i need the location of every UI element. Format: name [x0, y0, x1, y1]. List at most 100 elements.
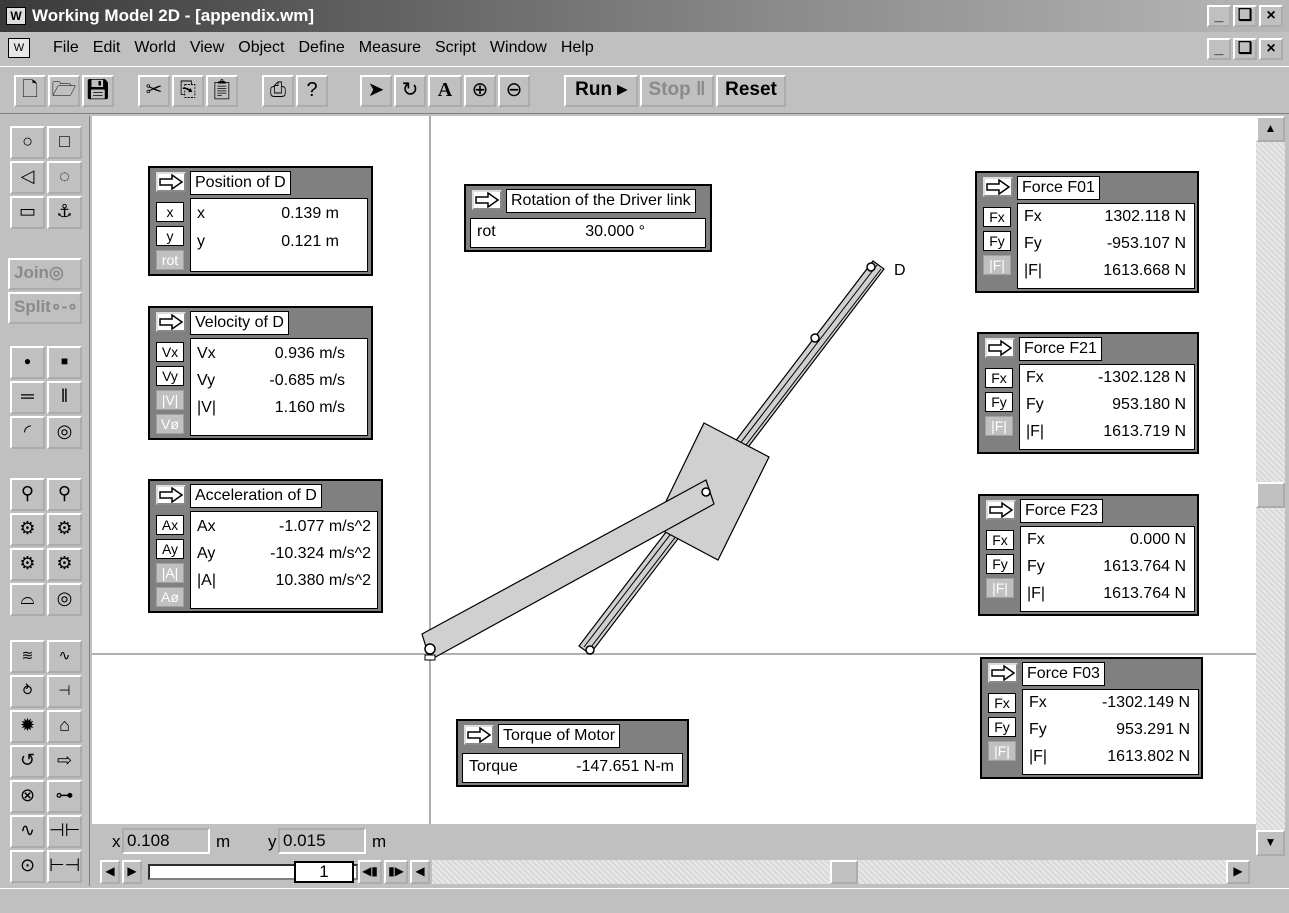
meter-x-button[interactable]: x	[156, 202, 184, 222]
slot-point[interactable]	[810, 333, 820, 343]
rope-icon[interactable]: ∿	[10, 815, 45, 848]
meter-arrow-icon[interactable]	[986, 500, 1016, 520]
menu-define[interactable]: Define	[292, 39, 352, 57]
menu-view[interactable]: View	[183, 39, 231, 57]
closed-slot-icon[interactable]: ◎	[47, 416, 82, 449]
help-icon[interactable]: ?	[296, 75, 328, 107]
damper-icon[interactable]: ⊣	[47, 675, 82, 708]
rod-icon[interactable]: ⊢⊣	[47, 850, 82, 883]
pin-joint-icon[interactable]: ⚲	[10, 478, 45, 511]
y-coord-field[interactable]: 0.015	[278, 828, 366, 854]
new-file-icon[interactable]: 🗋	[14, 75, 46, 107]
copy-icon[interactable]: ⎘	[172, 75, 204, 107]
close-button[interactable]: ×	[1259, 5, 1283, 27]
scroll-up-icon[interactable]: ▲	[1256, 116, 1285, 142]
meter-arrow-icon[interactable]	[988, 663, 1018, 683]
force-f01-meter[interactable]: Force F01 Fx Fy |F| Fx 1302.118 N Fy -953.…	[975, 171, 1199, 293]
anchor-tool-icon[interactable]: ⚓︎	[47, 196, 82, 229]
keyed-curve-icon[interactable]: ⚙	[10, 548, 45, 581]
curve-joint-icon[interactable]: ⚙	[47, 548, 82, 581]
zoom-out-icon[interactable]: ⊖	[498, 75, 530, 107]
doc-close-button[interactable]: ×	[1259, 38, 1283, 60]
meter-fy-button[interactable]: Fy	[983, 231, 1011, 251]
meter-vx-button[interactable]: Vx	[156, 342, 184, 362]
document-icon[interactable]: W	[8, 38, 30, 58]
velocity-meter[interactable]: Velocity of D Vx Vy |V| Vø Vx 0.936 m/s V…	[148, 306, 373, 440]
app-icon[interactable]: W	[6, 7, 26, 25]
meter-arrow-icon[interactable]	[156, 485, 186, 505]
vertical-slot-icon[interactable]: ‖	[47, 381, 82, 414]
horizontal-slot-icon[interactable]: ═	[10, 381, 45, 414]
minimize-button[interactable]: _	[1207, 5, 1231, 27]
menu-object[interactable]: Object	[231, 39, 291, 57]
horizontal-scroll-thumb[interactable]	[830, 860, 858, 884]
meter-vy-button[interactable]: Vy	[156, 366, 184, 386]
meter-fmag-button[interactable]: |F|	[988, 741, 1016, 761]
rectangle-tool-icon[interactable]: ▭	[10, 196, 45, 229]
force-icon[interactable]: ⇨	[47, 745, 82, 778]
meter-arrow-icon[interactable]	[472, 190, 502, 210]
meter-arrow-icon[interactable]	[156, 312, 186, 332]
ground-pin-joint[interactable]	[424, 643, 436, 655]
curved-slot-icon[interactable]: ◜	[10, 416, 45, 449]
cut-icon[interactable]: ✂	[138, 75, 170, 107]
torque-icon[interactable]: ↺	[10, 745, 45, 778]
stop-button[interactable]: Stop ‖	[640, 75, 714, 107]
meter-fy-button[interactable]: Fy	[985, 392, 1013, 412]
meter-amag-button[interactable]: |A|	[156, 563, 184, 583]
gear-icon[interactable]: ✹	[10, 710, 45, 743]
actuator-icon[interactable]: ⊶	[47, 780, 82, 813]
meter-fx-button[interactable]: Fx	[988, 693, 1016, 713]
force-f21-meter[interactable]: Force F21 Fx Fy |F| Fx -1302.128 N Fy 953.…	[977, 332, 1199, 454]
spring-damper-icon[interactable]: ≋	[10, 640, 45, 673]
point-tool-icon[interactable]: ●	[10, 346, 45, 379]
open-folder-icon[interactable]: 🗁	[48, 75, 80, 107]
meter-ax-button[interactable]: Ax	[156, 515, 184, 535]
tape-forward-icon[interactable]: ▶	[122, 860, 142, 884]
maximize-button[interactable]: ❑	[1233, 5, 1257, 27]
meter-fmag-button[interactable]: |F|	[983, 255, 1011, 275]
meter-fx-button[interactable]: Fx	[983, 207, 1011, 227]
square-tool-icon[interactable]: □	[47, 126, 82, 159]
save-disk-icon[interactable]: 💾︎	[82, 75, 114, 107]
arrow-tool-icon[interactable]: ➤	[360, 75, 392, 107]
zoom-in-icon[interactable]: ⊕	[464, 75, 496, 107]
force-f23-meter[interactable]: Force F23 Fx Fy |F| Fx 0.000 N Fy 1613.764…	[978, 494, 1199, 616]
vertical-scrollbar[interactable]: ▲ ▼	[1256, 116, 1285, 856]
meter-fmag-button[interactable]: |F|	[986, 578, 1014, 598]
scroll-left-icon[interactable]: ◀	[410, 860, 430, 884]
acceleration-meter[interactable]: Acceleration of D Ax Ay |A| Aø Ax -1.077 …	[148, 479, 383, 613]
polygon-tool-icon[interactable]: ◁	[10, 161, 45, 194]
curved-body-tool-icon[interactable]: ◌	[47, 161, 82, 194]
meter-fy-button[interactable]: Fy	[988, 717, 1016, 737]
meter-arrow-icon[interactable]	[464, 725, 494, 745]
rigid-joint-icon[interactable]: ⚲	[47, 478, 82, 511]
slider-pin-joint[interactable]	[701, 487, 711, 497]
menu-measure[interactable]: Measure	[352, 39, 428, 57]
spring-icon[interactable]: ∿	[47, 640, 82, 673]
text-tool-icon[interactable]: A	[428, 75, 462, 107]
circle-tool-icon[interactable]: ○	[10, 126, 45, 159]
torque-meter[interactable]: Torque of Motor Torque -147.651 N-m	[456, 719, 689, 787]
meter-vangle-button[interactable]: Vø	[156, 414, 184, 434]
split-button[interactable]: Split∘-∘	[8, 292, 82, 324]
frame-number[interactable]: 1	[294, 861, 354, 883]
menu-world[interactable]: World	[127, 39, 183, 57]
menu-script[interactable]: Script	[428, 39, 483, 57]
position-meter[interactable]: Position of D x y rot x 0.139 m y 0.121 m	[148, 166, 373, 276]
rotate-tool-icon[interactable]: ↻	[394, 75, 426, 107]
join-button[interactable]: Join◎	[8, 258, 82, 290]
rotation-meter[interactable]: Rotation of the Driver link rot 30.000 °	[464, 184, 712, 252]
menu-help[interactable]: Help	[554, 39, 601, 57]
print-icon[interactable]: ⎙	[262, 75, 294, 107]
x-coord-field[interactable]: 0.108	[122, 828, 210, 854]
scroll-right-icon[interactable]: ▶	[1226, 860, 1250, 884]
force-f03-meter[interactable]: Force F03 Fx Fy |F| Fx -1302.149 N Fy 953.…	[980, 657, 1203, 779]
point-d-marker[interactable]	[866, 262, 876, 272]
pulley-icon[interactable]: ⌂	[47, 710, 82, 743]
step-forward-icon[interactable]: ▮▶	[384, 860, 408, 884]
curved-slot-joint-icon[interactable]: ⌓	[10, 583, 45, 616]
meter-rot-button[interactable]: rot	[156, 250, 184, 270]
square-point-tool-icon[interactable]: ■	[47, 346, 82, 379]
paste-icon[interactable]: 📋︎	[206, 75, 238, 107]
